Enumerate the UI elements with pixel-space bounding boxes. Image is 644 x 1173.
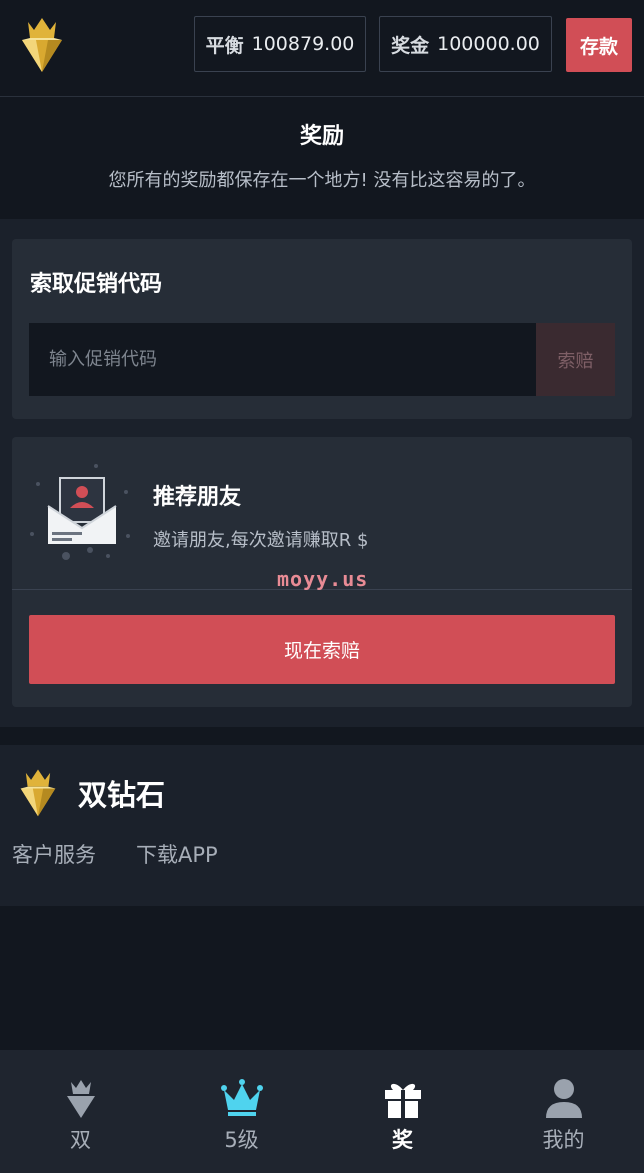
promo-code-input[interactable] [29,323,536,396]
bonus-label: 奖金 [391,34,430,57]
customer-service-link[interactable]: 客户服务 [12,839,96,869]
balance-pill: 平衡 100879.00 [194,16,366,72]
footer [0,745,644,906]
diamond-logo-icon [20,769,56,817]
promo-claim-button[interactable]: 索赔 [536,323,615,396]
deposit-button[interactable]: 存款 [566,18,632,72]
nav-item-home[interactable]: 双 [0,1050,161,1173]
nav-item-profile[interactable]: 我的 [483,1050,644,1173]
nav-item-rewards[interactable]: 奖 [322,1050,483,1173]
crown-icon [220,1079,263,1116]
diamond-icon [66,1080,95,1118]
referral-description: 邀请朋友,每次邀请赚取R $ [153,530,369,551]
bonus-pill: 奖金 100000.00 [379,16,552,72]
nav-item-vip[interactable]: 5级 [161,1050,322,1173]
invite-envelope-icon [30,464,130,560]
claim-now-button[interactable]: 现在索赔 [29,615,615,684]
balance-label: 平衡 [205,34,244,57]
nav-label-home: 双 [70,1128,91,1152]
diamond-logo-icon[interactable] [20,14,64,74]
balance-value: 100879.00 [251,33,355,55]
page-title: 奖励 [299,124,344,149]
download-app-link[interactable]: 下载APP [136,839,218,869]
bonus-value: 100000.00 [437,33,540,55]
promo-code-title: 索取促销代码 [30,272,163,297]
page-subtitle: 您所有的奖励都保存在一个地方! 没有比这容易的了。 [108,170,536,191]
referral-title: 推荐朋友 [153,485,242,510]
nav-label-rewards: 奖 [392,1128,413,1152]
watermark-text: moyy.us [277,567,369,591]
user-icon [545,1079,582,1118]
nav-label-profile: 我的 [542,1128,585,1152]
gift-icon [384,1083,421,1118]
brand-name: 双钻石 [78,778,166,812]
nav-label-vip: 5级 [224,1128,259,1152]
